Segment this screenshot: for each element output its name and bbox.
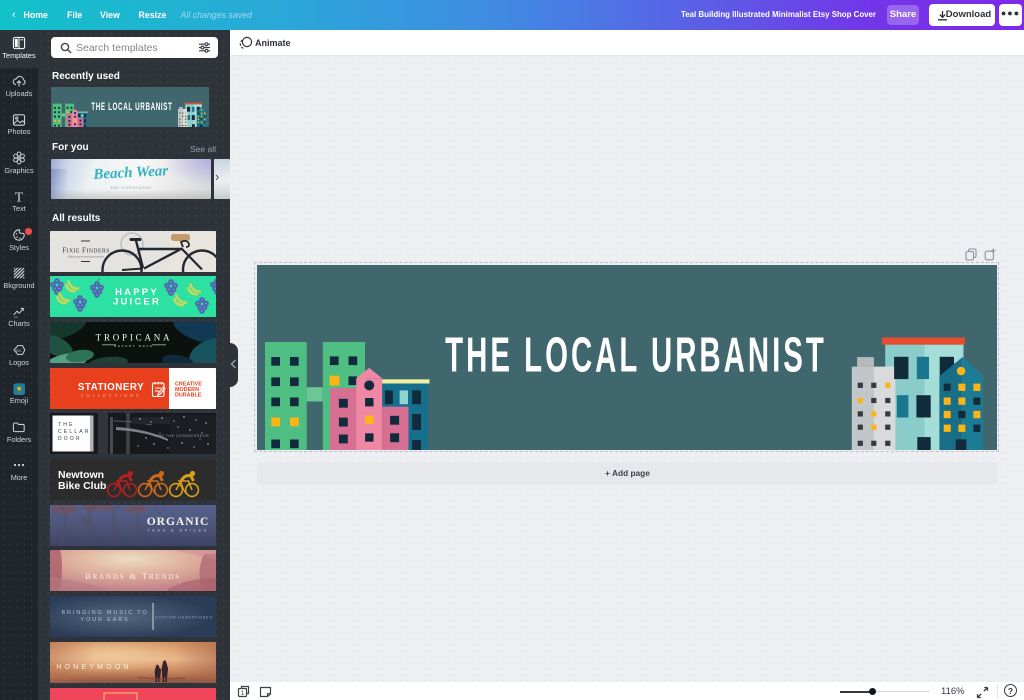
svg-text:FIXIE FINDERS: FIXIE FINDERS (62, 246, 110, 254)
svg-text:T: T (15, 189, 24, 204)
svg-text:YOUR EARS: YOUR EARS (80, 617, 129, 623)
svg-text:HONEYMOON: HONEYMOON (56, 664, 131, 671)
svg-text:FOR THE CONNOISSEUR: FOR THE CONNOISSEUR (155, 433, 209, 438)
svg-text:JUICER: JUICER (113, 297, 161, 308)
svg-text:BRINGING MUSIC TO: BRINGING MUSIC TO (62, 610, 149, 616)
svg-text:TROPICANA: TROPICANA (96, 332, 173, 342)
svg-text:BRANDS & TRENDS: BRANDS & TRENDS (85, 571, 181, 581)
svg-text:DURABLE: DURABLE (175, 392, 202, 398)
svg-text:Bike Club: Bike Club (58, 480, 106, 492)
svg-text:ORGANIC: ORGANIC (147, 516, 210, 528)
svg-text:COLLECTIONS: COLLECTIONS (80, 393, 141, 398)
svg-text:TEAS & SPICES: TEAS & SPICES (147, 527, 208, 532)
svg-text:CELLAR: CELLAR (58, 429, 91, 435)
svg-text:RESORT WEAR: RESORT WEAR (114, 344, 154, 348)
svg-text:1: 1 (241, 690, 245, 697)
svg-text:CUSTOM HEADPHONES: CUSTOM HEADPHONES (155, 616, 213, 620)
svg-text:DOOR: DOOR (58, 436, 82, 442)
svg-text:THE: THE (58, 422, 75, 428)
svg-text:STATIONERY: STATIONERY (78, 382, 144, 393)
svg-text:co.: co. (16, 348, 22, 353)
